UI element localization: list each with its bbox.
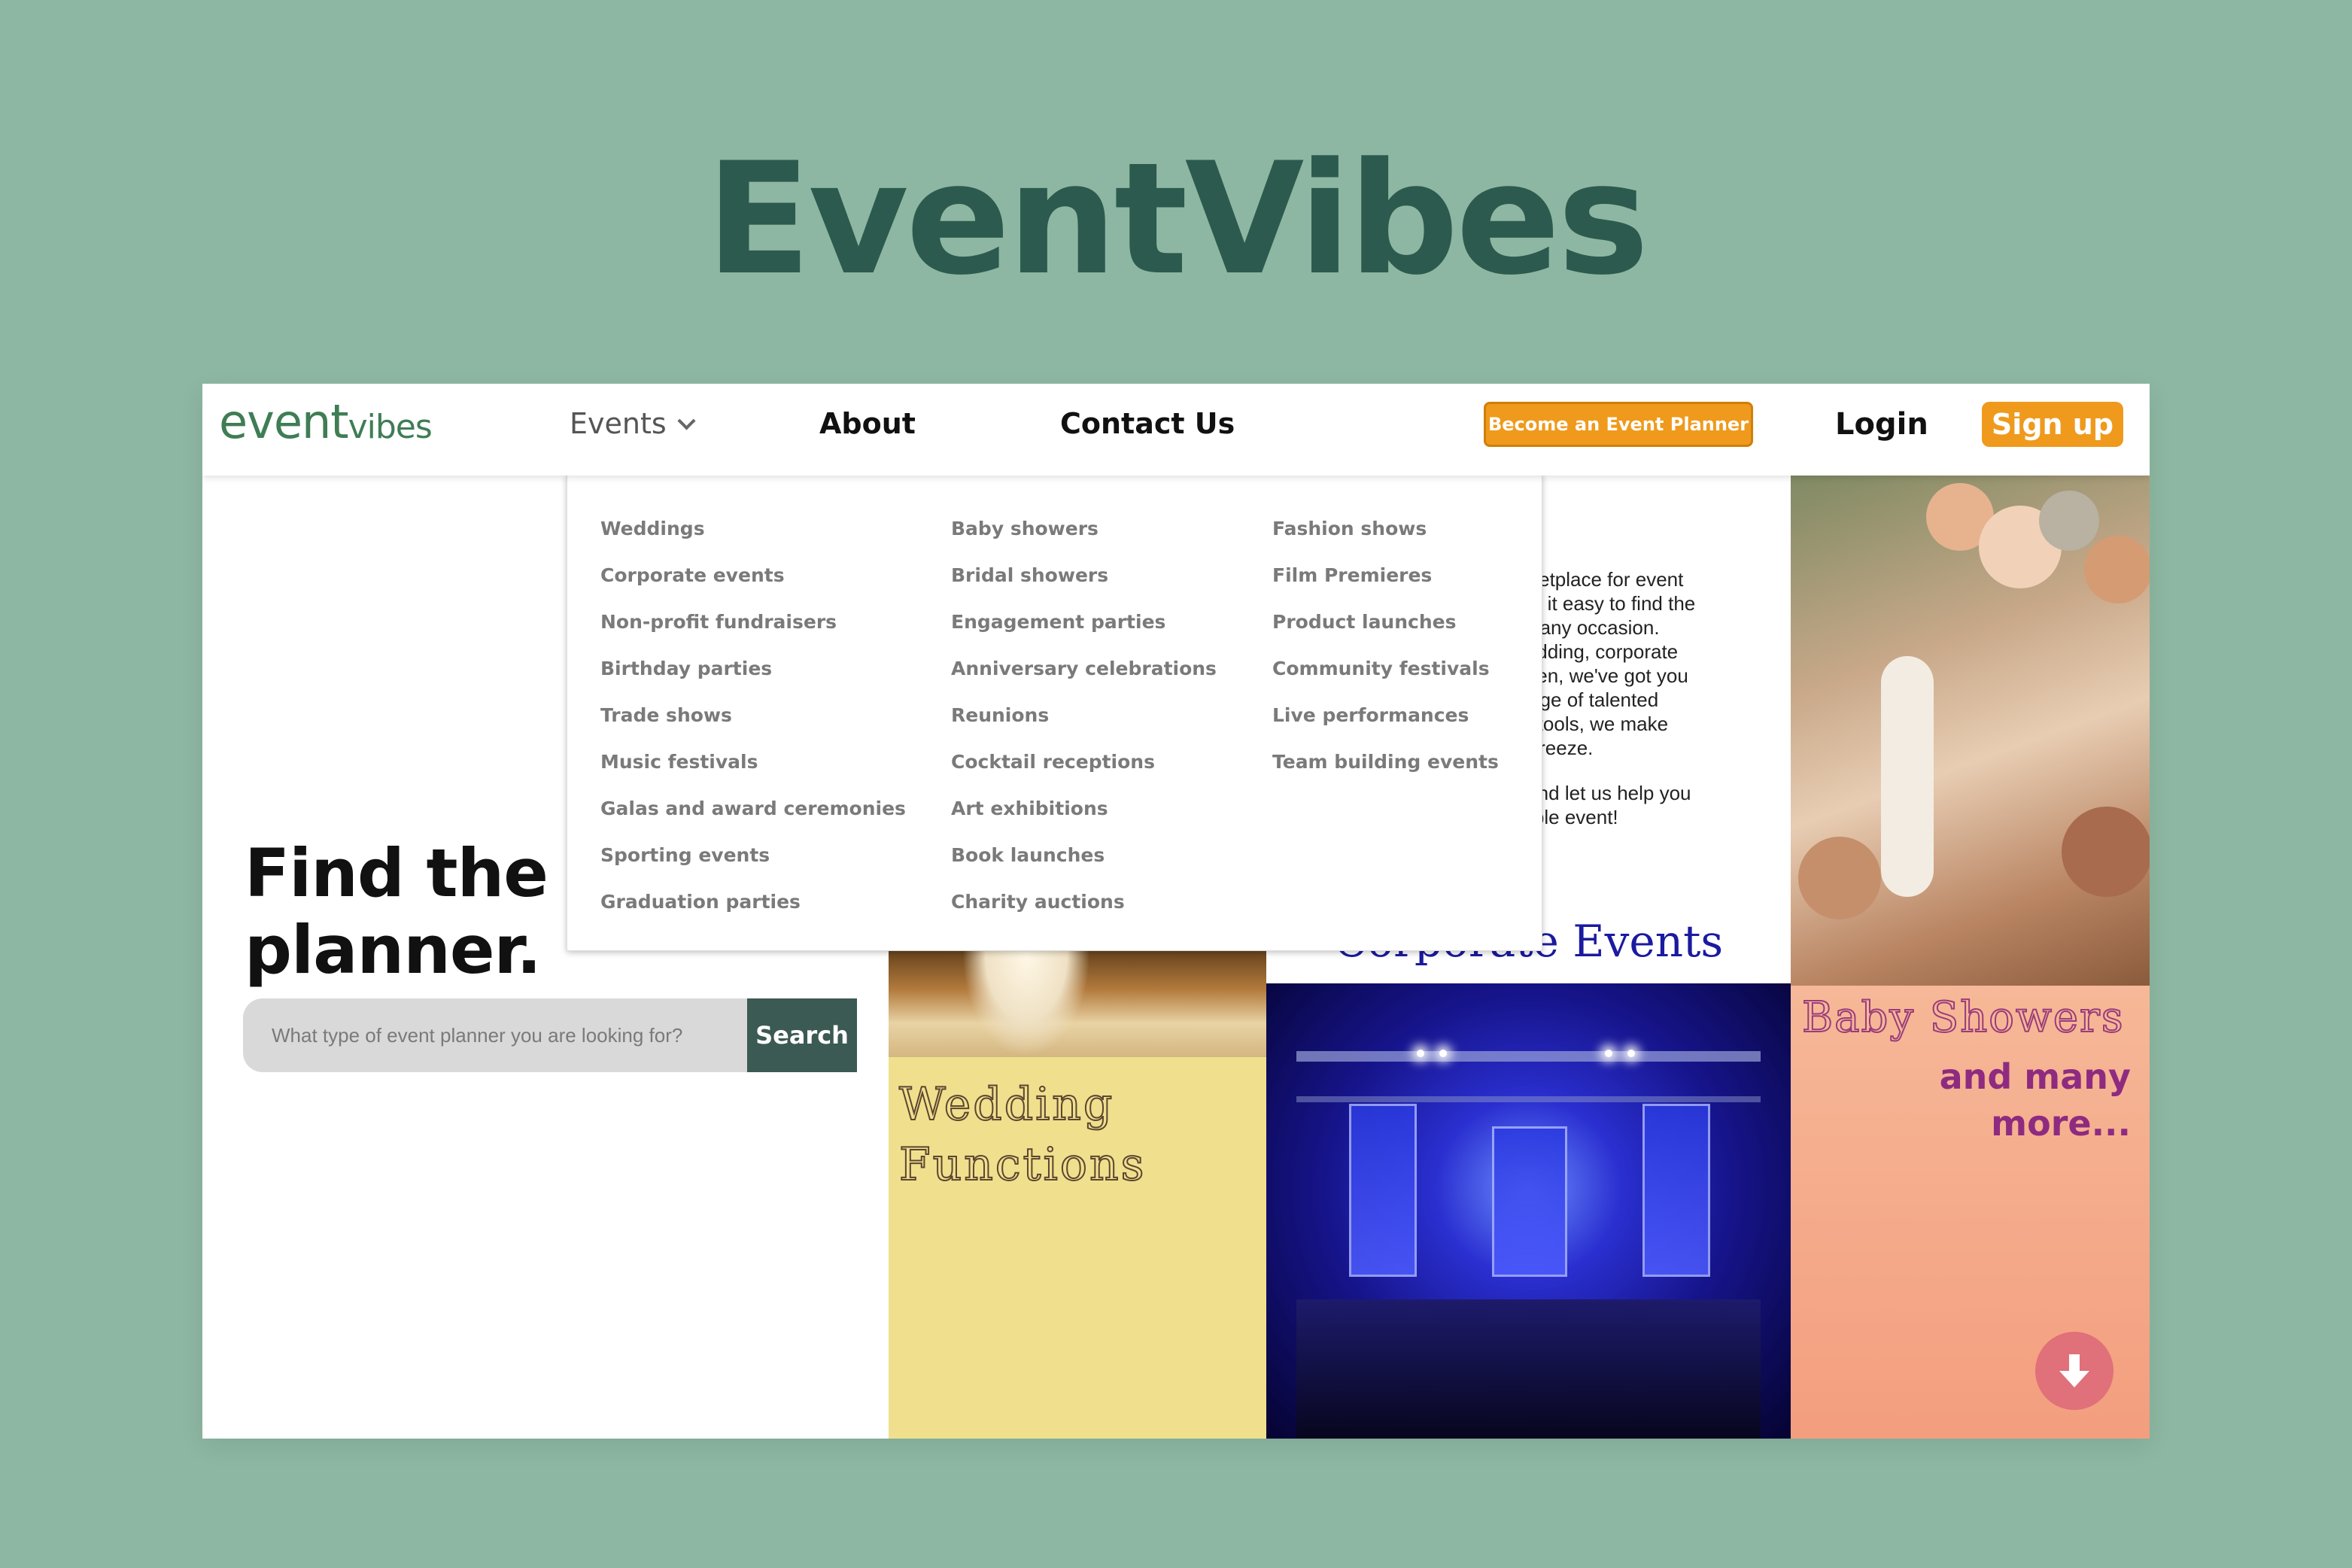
baby-sub-line2: more... (1991, 1103, 2131, 1144)
dropdown-item[interactable]: Music festivals (600, 747, 906, 794)
stage-light (1605, 1050, 1612, 1057)
stage-truss (1296, 1051, 1761, 1062)
search-button[interactable]: Search (747, 998, 857, 1072)
dropdown-item[interactable]: Film Premieres (1272, 561, 1499, 607)
dropdown-item[interactable]: Cocktail receptions (951, 747, 1217, 794)
dropdown-item[interactable]: Fashion shows (1272, 514, 1499, 561)
arrow-down-icon (2059, 1354, 2089, 1387)
wedding-title-line2: Functions (898, 1138, 1147, 1192)
dropdown-item[interactable]: Charity auctions (951, 887, 1217, 934)
search-bar: Search (243, 998, 857, 1072)
dropdown-item[interactable]: Community festivals (1272, 654, 1499, 700)
baby-showers-title: Baby Showers (1801, 993, 2125, 1042)
baby-sub-line1: and many (1939, 1056, 2131, 1097)
stage-truss (1296, 1096, 1761, 1102)
app-screenshot: eventvibes Events About Contact Us Becom… (202, 384, 2150, 1439)
dropdown-item[interactable]: Anniversary celebrations (951, 654, 1217, 700)
dropdown-item[interactable]: Live performances (1272, 700, 1499, 747)
stage-screen (1349, 1104, 1417, 1277)
signup-button[interactable]: Sign up (1982, 402, 2123, 447)
nav-events-menu[interactable]: Events (570, 407, 696, 440)
dropdown-column-3: Fashion shows Film Premieres Product lau… (1272, 514, 1499, 794)
dropdown-item[interactable]: Trade shows (600, 700, 906, 747)
banner-title: EventVibes (706, 130, 1649, 309)
become-planner-button[interactable]: Become an Event Planner (1484, 402, 1753, 447)
stage-floor (1296, 1299, 1761, 1439)
dropdown-item[interactable]: Weddings (600, 514, 906, 561)
stage-screen (1642, 1104, 1710, 1277)
dropdown-item[interactable]: Team building events (1272, 747, 1499, 794)
balloon (1798, 837, 1881, 919)
stage-light (1627, 1050, 1635, 1057)
nav-contact-link[interactable]: Contact Us (1060, 409, 1235, 438)
dropdown-item[interactable]: Graduation parties (600, 887, 906, 934)
dropdown-item[interactable]: Bridal showers (951, 561, 1217, 607)
dropdown-item[interactable]: Product launches (1272, 607, 1499, 654)
dropdown-column-2: Baby showers Bridal showers Engagement p… (951, 514, 1217, 934)
dropdown-item[interactable]: Reunions (951, 700, 1217, 747)
logo[interactable]: eventvibes (219, 399, 433, 446)
events-dropdown: Weddings Corporate events Non-profit fun… (567, 474, 1542, 951)
dropdown-item[interactable]: Galas and award ceremonies (600, 794, 906, 840)
stage-light (1417, 1050, 1424, 1057)
nav-events-label: Events (570, 407, 667, 440)
wedding-title: Wedding Functions (898, 1074, 1147, 1195)
wedding-dress-image (962, 944, 1090, 1057)
dropdown-item[interactable]: Art exhibitions (951, 794, 1217, 840)
person-figure (1881, 656, 1934, 897)
stage-screen (1492, 1126, 1567, 1277)
dropdown-column-1: Weddings Corporate events Non-profit fun… (600, 514, 906, 934)
login-link[interactable]: Login (1835, 409, 1928, 439)
dropdown-item[interactable]: Sporting events (600, 840, 906, 887)
stage-light (1439, 1050, 1447, 1057)
dropdown-item[interactable]: Book launches (951, 840, 1217, 887)
dropdown-item[interactable]: Corporate events (600, 561, 906, 607)
scroll-down-button[interactable] (2035, 1332, 2113, 1410)
corporate-events-photo[interactable] (1266, 983, 1791, 1439)
baby-shower-photo[interactable] (1791, 476, 2150, 986)
dropdown-item[interactable]: Engagement parties (951, 607, 1217, 654)
top-nav: eventvibes Events About Contact Us Becom… (202, 384, 2150, 476)
balloon (2062, 807, 2150, 897)
dropdown-item[interactable]: Baby showers (951, 514, 1217, 561)
chevron-down-icon (677, 412, 696, 430)
logo-event-text: event (219, 394, 349, 449)
balloon (2039, 491, 2099, 551)
baby-showers-subtitle: and many more... (1843, 1053, 2131, 1147)
logo-vibes-text: vibes (348, 408, 433, 446)
balloon (2084, 536, 2150, 603)
dropdown-item[interactable]: Non-profit fundraisers (600, 607, 906, 654)
dropdown-item[interactable]: Birthday parties (600, 654, 906, 700)
wedding-title-line1: Wedding (898, 1077, 1115, 1132)
nav-about-link[interactable]: About (819, 409, 916, 438)
search-input[interactable] (243, 998, 747, 1072)
